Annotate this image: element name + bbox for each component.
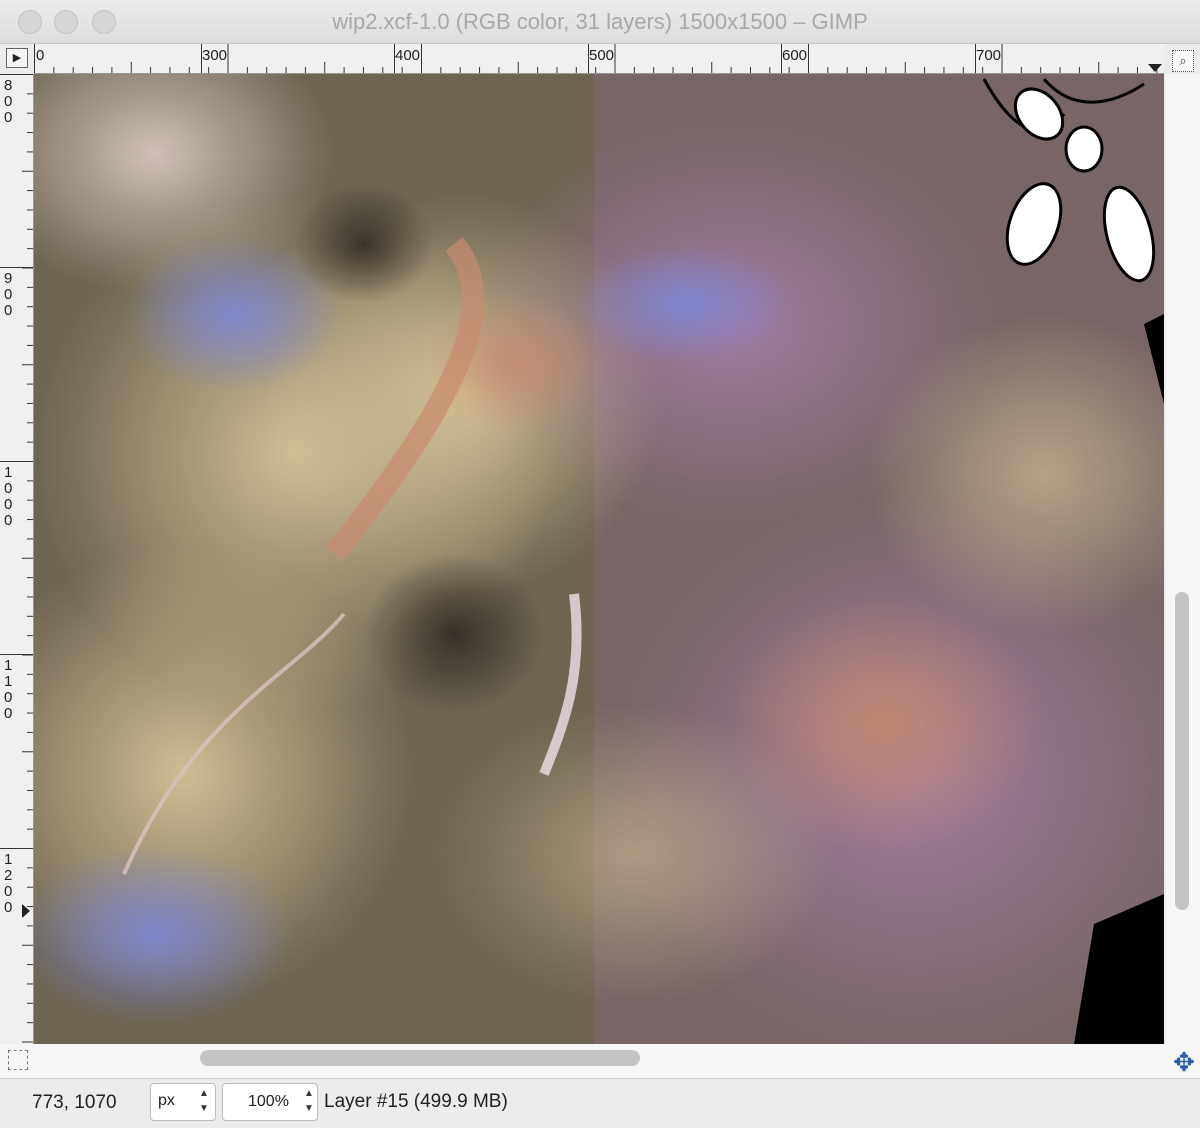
ruler-label: 1000 <box>4 464 12 529</box>
ruler-label: 800 <box>4 77 12 126</box>
dashed-rectangle-icon[interactable] <box>8 1050 28 1070</box>
ruler-label: 300 <box>202 47 227 64</box>
zoom-stepper-icon[interactable]: ▲ ▼ <box>302 1086 316 1118</box>
move-arrows-icon[interactable]: ✥ <box>1170 1048 1198 1076</box>
window-title: wip2.xcf-1.0 (RGB color, 31 layers) 1500… <box>332 9 868 34</box>
zoom-value: 100% <box>248 1093 289 1110</box>
ruler-label: 500 <box>589 47 614 64</box>
horizontal-scrollbar-thumb[interactable] <box>200 1050 640 1066</box>
ruler-label: 400 <box>395 47 420 64</box>
vertical-ruler-svg: 8 0 0 9 0 0 1 0 0 0 1 1 0 0 1 2 0 0 <box>0 74 33 1043</box>
image-canvas[interactable] <box>34 74 1164 1044</box>
unit-stepper-icon[interactable]: ▲ ▼ <box>197 1086 211 1118</box>
ruler-label: 700 <box>976 47 1001 64</box>
ruler-label: 600 <box>782 47 807 64</box>
layer-info: Layer #15 (499.9 MB) <box>324 1091 508 1112</box>
vertical-scrollbar-thumb[interactable] <box>1175 592 1189 910</box>
ruler-label: 900 <box>4 270 12 319</box>
ruler-label: 1100 <box>4 657 12 722</box>
magnifier-icon[interactable]: ⌕ <box>1172 50 1194 72</box>
horizontal-ruler-svg: 0 300 400 500 600 700 <box>34 44 1162 73</box>
pointer-coordinates: 773, 1070 <box>32 1092 117 1113</box>
pointer-marker <box>1148 64 1162 72</box>
artwork <box>34 74 1164 1044</box>
triangle-right-icon[interactable]: ▶ <box>6 48 28 68</box>
horizontal-ruler[interactable]: 0 300 400 500 600 700 <box>34 44 1164 74</box>
ruler-label: 0 <box>36 47 44 64</box>
unit-value: px <box>158 1092 175 1109</box>
vertical-ruler[interactable]: 800 900 1000 1100 1200 <box>0 74 34 1044</box>
ruler-label: 1200 <box>4 851 12 916</box>
